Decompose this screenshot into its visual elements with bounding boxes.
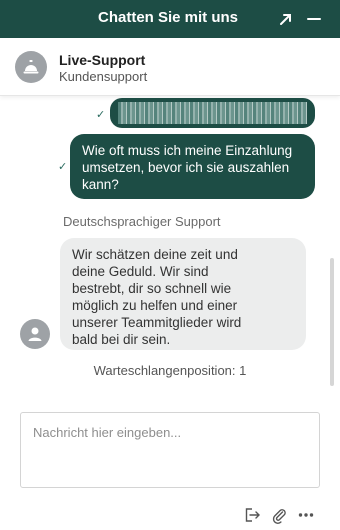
outgoing-message-blurred [110, 98, 315, 128]
chat-title: Chatten Sie mit uns [98, 9, 239, 26]
agent-avatar-small [20, 319, 50, 349]
scrollbar[interactable] [330, 258, 334, 386]
agent-name: Live-Support [59, 52, 146, 68]
more-dots-icon[interactable] [297, 506, 315, 524]
system-label: Deutschsprachiger Support [63, 214, 221, 229]
user-icon [28, 327, 42, 341]
queue-position: Warteschlangenposition: 1 [93, 363, 247, 378]
blurred-text [118, 102, 307, 124]
expand-icon[interactable] [276, 9, 296, 29]
agent-info-bar: Live-Support Kundensupport [0, 38, 340, 96]
service-bell-icon [23, 60, 39, 74]
incoming-message: Wir schätzen deine zeit und deine Geduld… [60, 238, 306, 350]
sent-check-icon: ✓ [96, 109, 106, 121]
outgoing-message-text: Wie oft muss ich meine Einzahlung umsetz… [82, 143, 293, 192]
chat-header: Chatten Sie mit uns [0, 0, 340, 38]
agent-subtitle: Kundensupport [59, 69, 148, 84]
incoming-message-text: Wir schätzen deine zeit und deine Geduld… [72, 247, 242, 347]
sent-check-icon: ✓ [58, 161, 68, 173]
message-input[interactable] [20, 412, 320, 488]
exit-chat-icon[interactable] [243, 506, 261, 524]
minimize-icon[interactable] [304, 9, 324, 29]
paperclip-icon[interactable] [270, 506, 288, 524]
outgoing-message: Wie oft muss ich meine Einzahlung umsetz… [70, 134, 315, 199]
agent-avatar [15, 51, 47, 83]
